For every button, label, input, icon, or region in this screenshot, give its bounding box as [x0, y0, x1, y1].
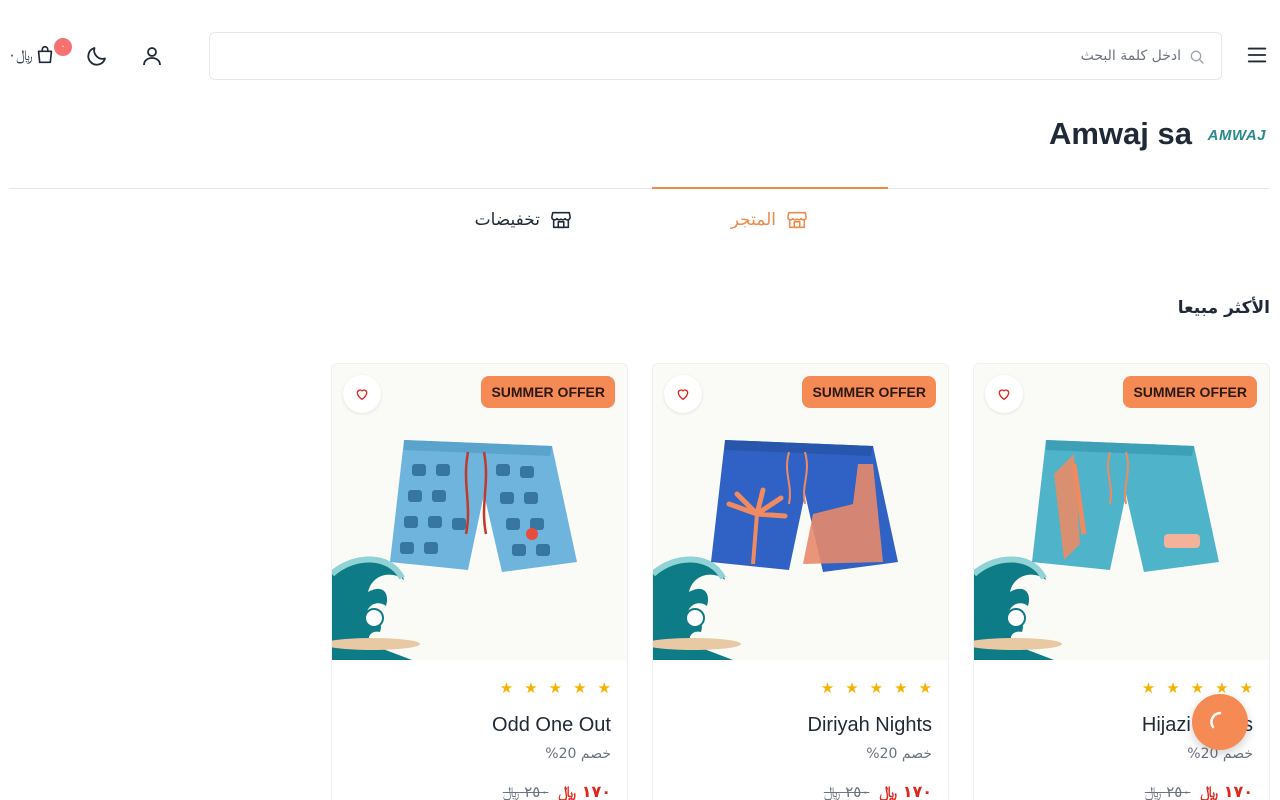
star-icon: ★ — [894, 679, 908, 697]
product-card[interactable]: SUMMER OFFER ★ ★ ★ ★ ★ Diriyah Nights خصم 20… — [652, 363, 949, 800]
heart-icon — [356, 389, 368, 400]
shorts-image — [1032, 440, 1219, 572]
price-row: ١٧٠ ﷼ ٢٥٠ ﷼ — [1145, 782, 1253, 800]
wishlist-button[interactable] — [343, 375, 381, 413]
chat-fab-button[interactable] — [1192, 694, 1248, 750]
price-current-value: ١٧٠ — [581, 782, 611, 800]
star-icon: ★ — [869, 679, 884, 697]
price-current-value: ١٧٠ — [902, 782, 932, 800]
search-box — [209, 32, 1222, 80]
store-icon — [787, 211, 807, 229]
tabs-divider — [9, 188, 1270, 189]
discount-label: خصم 20% — [866, 746, 932, 762]
account-button[interactable] — [140, 44, 164, 68]
star-icon: ★ — [820, 679, 835, 697]
price-current-value: ١٧٠ — [1223, 782, 1253, 800]
price-original-value: ٢٥٠ — [524, 783, 549, 800]
price-current: ١٧٠ ﷼ — [558, 782, 611, 800]
store-logo[interactable]: AMWAJ — [1208, 127, 1266, 144]
currency-symbol: ﷼ — [558, 782, 577, 800]
theme-toggle-button[interactable] — [85, 44, 109, 68]
price-original-value: ٢٥٠ — [845, 783, 870, 800]
star-icon: ★ — [1190, 679, 1205, 697]
star-icon: ★ — [597, 679, 611, 697]
heart-icon — [998, 389, 1010, 400]
cart-currency: ﷼ — [16, 46, 33, 64]
cart-total: ﷼٠ — [8, 46, 33, 64]
tab-store-label: المتجر — [730, 210, 776, 230]
star-icon: ★ — [1239, 679, 1253, 697]
section-title: الأكثر مبيعا — [1177, 298, 1270, 318]
discount-label: خصم 20% — [545, 746, 611, 762]
cart-amount: ٠ — [8, 46, 17, 64]
star-icon: ★ — [1141, 679, 1156, 697]
search-icon — [1190, 50, 1204, 64]
wishlist-button[interactable] — [664, 375, 702, 413]
shorts-image — [711, 440, 898, 572]
star-icon: ★ — [524, 679, 538, 697]
moon-icon — [87, 47, 106, 66]
tab-store[interactable]: المتجر — [731, 206, 808, 234]
rating-stars: ★ ★ ★ ★ ★ — [1142, 680, 1253, 696]
star-icon: ★ — [845, 679, 859, 697]
price-original: ٢٥٠ ﷼ — [503, 783, 549, 800]
product-name[interactable]: Odd One Out — [492, 714, 611, 737]
cart-count-badge: ٠ — [54, 38, 72, 56]
star-icon: ★ — [918, 679, 932, 697]
product-name[interactable]: Diriyah Nights — [808, 714, 932, 737]
spinner-icon — [1210, 711, 1222, 729]
product-image[interactable]: SUMMER OFFER — [653, 364, 948, 660]
shorts-image — [390, 440, 577, 572]
menu-icon — [1247, 47, 1267, 63]
offer-badge: SUMMER OFFER — [481, 376, 615, 408]
star-icon: ★ — [499, 679, 514, 697]
rating-stars: ★ ★ ★ ★ ★ — [821, 680, 932, 696]
price-row: ١٧٠ ﷼ ٢٥٠ ﷼ — [503, 782, 611, 800]
price-current: ١٧٠ ﷼ — [879, 782, 932, 800]
offer-badge: SUMMER OFFER — [1123, 376, 1257, 408]
star-icon: ★ — [573, 679, 587, 697]
store-name: Amwaj sa — [1048, 116, 1192, 151]
currency-symbol: ﷼ — [502, 783, 520, 800]
price-original-value: ٢٥٠ — [1166, 783, 1191, 800]
store-icon — [551, 211, 571, 229]
product-image[interactable]: SUMMER OFFER — [974, 364, 1269, 660]
price-original: ٢٥٠ ﷼ — [1145, 783, 1191, 800]
product-card[interactable]: SUMMER OFFER ★ ★ ★ ★ ★ Odd One Out خصم 20% ١… — [331, 363, 628, 800]
price-row: ١٧٠ ﷼ ٢٥٠ ﷼ — [824, 782, 932, 800]
cart-icon — [37, 45, 53, 64]
currency-symbol: ﷼ — [1144, 783, 1162, 800]
rating-stars: ★ ★ ★ ★ ★ — [500, 680, 611, 696]
offer-badge: SUMMER OFFER — [802, 376, 936, 408]
currency-symbol: ﷼ — [823, 783, 841, 800]
currency-symbol: ﷼ — [1200, 782, 1219, 800]
active-tab-indicator — [652, 187, 888, 189]
tab-discounts-label: تخفيضات — [474, 210, 540, 230]
heart-icon — [677, 389, 689, 400]
price-original: ٢٥٠ ﷼ — [824, 783, 870, 800]
star-icon: ★ — [1166, 679, 1180, 697]
star-icon: ★ — [548, 679, 563, 697]
product-image[interactable]: SUMMER OFFER — [332, 364, 627, 660]
tab-discounts[interactable]: تخفيضات — [475, 206, 572, 234]
header: ﷼٠ ٠ — [0, 0, 1280, 110]
user-icon — [143, 47, 161, 66]
currency-symbol: ﷼ — [879, 782, 898, 800]
search-input[interactable] — [210, 33, 1221, 79]
menu-button[interactable] — [1246, 44, 1268, 66]
wishlist-button[interactable] — [985, 375, 1023, 413]
cart-button[interactable]: ﷼٠ ٠ — [8, 38, 72, 72]
price-current: ١٧٠ ﷼ — [1200, 782, 1253, 800]
